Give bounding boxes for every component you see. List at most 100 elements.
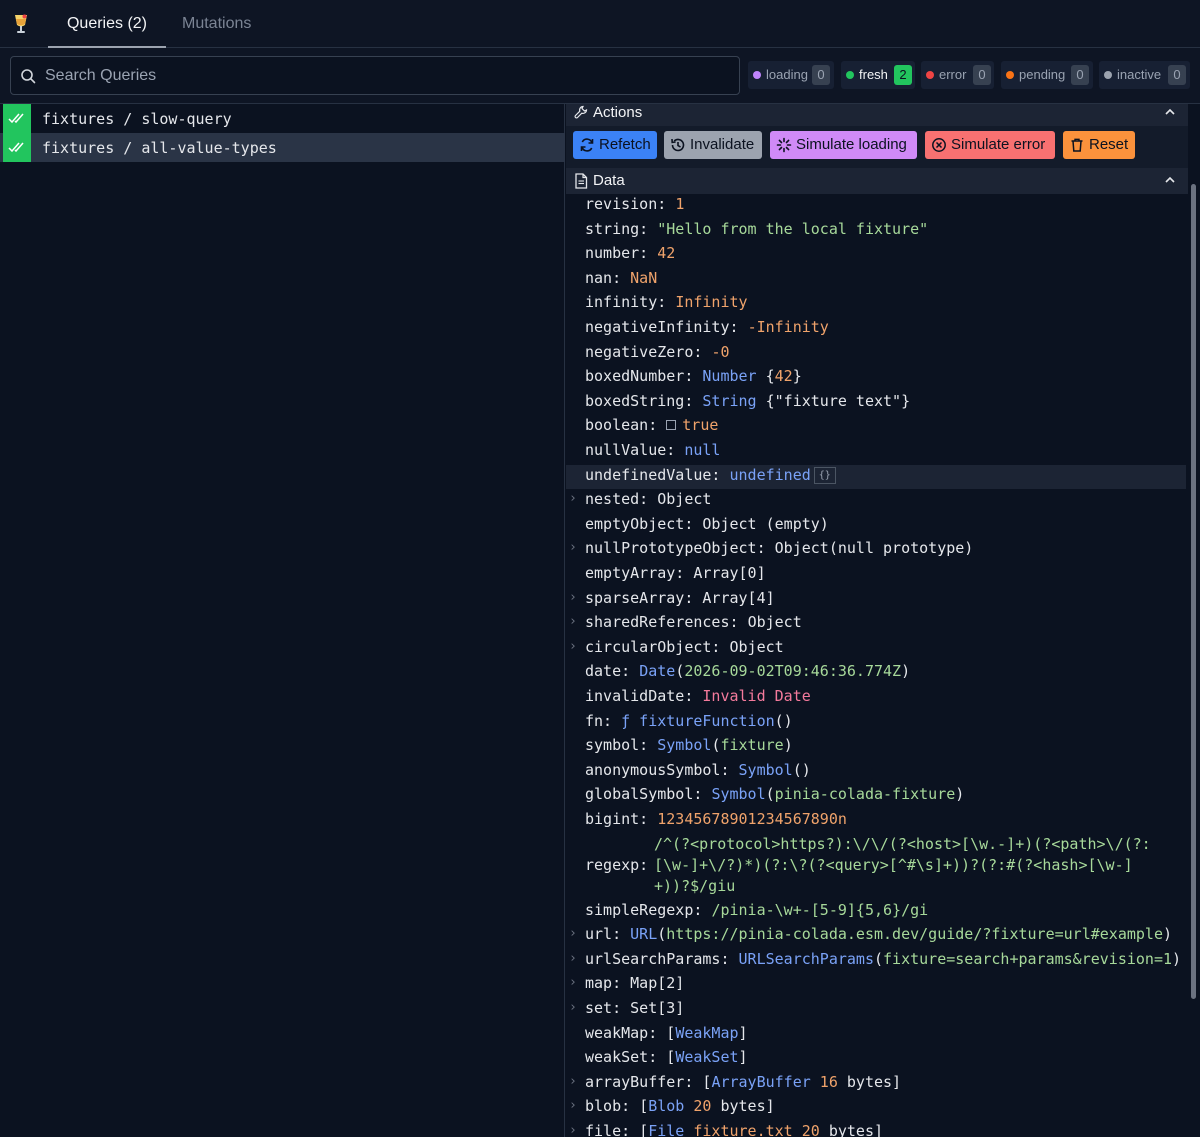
data-key: boxedNumber: xyxy=(585,367,703,386)
expand-chevron-icon[interactable]: › xyxy=(569,639,577,654)
data-value: NaN xyxy=(630,268,658,287)
data-value: 2026-09-02T09:46:36.774Z xyxy=(684,662,902,681)
query-row-all-value-types[interactable]: fixtures / all-value-types xyxy=(0,133,565,162)
data-value: "fixture text" xyxy=(774,391,902,410)
expand-chevron-icon[interactable]: › xyxy=(569,975,577,990)
data-key: nullValue: xyxy=(585,441,685,459)
data-key: regexp: xyxy=(585,856,658,874)
data-row-global-symbol: globalSymbol: Symbol(pinia-colada-fixtur… xyxy=(566,784,1186,809)
reset-button[interactable]: Reset xyxy=(1063,131,1135,159)
data-key: sharedReferences: xyxy=(585,613,748,632)
data-row-anonymous-symbol: anonymousSymbol: Symbol() xyxy=(566,760,1186,785)
expand-chevron-icon[interactable]: › xyxy=(569,590,577,605)
tab-mutations[interactable]: Mutations xyxy=(182,0,251,48)
data-value: true xyxy=(682,416,719,435)
refetch-button[interactable]: Refetch xyxy=(573,131,657,159)
expand-chevron-icon[interactable]: › xyxy=(569,1000,577,1015)
data-row-null-prototype-object[interactable]: › nullPrototypeObject: Object(null protot… xyxy=(566,538,1186,563)
status-badge-pending[interactable]: pending 0 xyxy=(1001,61,1093,89)
double-check-icon xyxy=(8,142,24,153)
data-value: Object xyxy=(747,613,802,632)
data-row-string: string: "Hello from the local fixture" xyxy=(566,219,1186,244)
data-punct: ( xyxy=(874,949,884,968)
data-row-circular-object[interactable]: › circularObject: Object xyxy=(566,637,1186,662)
data-value: Invalid Date xyxy=(702,687,811,705)
chevron-up-icon[interactable] xyxy=(1164,106,1176,118)
badge-label: fresh xyxy=(859,67,888,82)
data-key: url: xyxy=(585,925,631,944)
data-row-url[interactable]: › url: URL(https://pinia-colada.esm.dev/g… xyxy=(566,924,1186,949)
data-key: blob: xyxy=(585,1097,640,1116)
data-punct: ) xyxy=(1162,925,1173,944)
badge-label: pending xyxy=(1019,67,1066,82)
data-row-file[interactable]: › file: [File fixture.txt 20 bytes] xyxy=(566,1121,1186,1137)
invalidate-button[interactable]: Invalidate xyxy=(664,131,762,159)
data-type: Symbol xyxy=(711,785,766,804)
actions-toolbar: Refetch Invalidate Simulate loading Simu… xyxy=(566,126,1188,170)
search-row: loading 0 fresh 2 error 0 pending 0 inac… xyxy=(0,48,1200,104)
data-row-fn: fn: ƒ fixtureFunction() xyxy=(566,711,1186,736)
simulate-loading-button[interactable]: Simulate loading xyxy=(770,131,917,159)
inactive-dot-icon xyxy=(1104,71,1112,79)
data-section-header[interactable]: Data xyxy=(566,168,1188,194)
expand-chevron-icon[interactable]: › xyxy=(569,1098,577,1113)
data-value: fixture xyxy=(720,736,784,755)
data-row-undefined-value[interactable]: undefinedValue: undefined{} xyxy=(566,464,1186,490)
data-row-bigint: bigint: 12345678901234567890n xyxy=(566,809,1186,834)
data-punct: [ xyxy=(666,1048,676,1067)
data-row-set[interactable]: › set: Set[3] xyxy=(566,998,1186,1023)
chevron-up-icon[interactable] xyxy=(1164,174,1176,186)
data-key: anonymousSymbol: xyxy=(585,760,739,779)
expand-chevron-icon[interactable]: › xyxy=(569,1123,577,1137)
search-input[interactable] xyxy=(45,63,725,89)
data-punct: ) xyxy=(1172,949,1182,968)
expand-chevron-icon[interactable]: › xyxy=(569,926,577,941)
expand-chevron-icon[interactable]: › xyxy=(569,1074,577,1089)
status-badge-fresh[interactable]: fresh 2 xyxy=(841,61,915,89)
data-value: Object xyxy=(729,637,784,656)
query-key: fixtures / slow-query xyxy=(42,110,232,128)
data-key: urlSearchParams: xyxy=(585,949,739,968)
expand-chevron-icon[interactable]: › xyxy=(569,540,577,555)
status-badge-error[interactable]: error 0 xyxy=(921,61,994,89)
data-row-sparse-array[interactable]: › sparseArray: Array[4] xyxy=(566,588,1186,613)
actions-section-header[interactable]: Actions xyxy=(566,104,1188,126)
expand-chevron-icon[interactable]: › xyxy=(569,951,577,966)
trash-icon xyxy=(1071,138,1083,152)
data-value: Object (empty) xyxy=(702,514,829,533)
edit-value-button[interactable]: {} xyxy=(813,466,836,484)
search-box xyxy=(10,56,740,95)
status-badge-inactive[interactable]: inactive 0 xyxy=(1099,61,1190,89)
data-type: ArrayBuffer xyxy=(711,1072,811,1091)
data-row-nested[interactable]: › nested: Object xyxy=(566,489,1186,514)
data-key: negativeInfinity: xyxy=(585,318,748,336)
data-row-shared-references[interactable]: › sharedReferences: Object xyxy=(566,612,1186,637)
data-row-blob[interactable]: › blob: [Blob 20 bytes] xyxy=(566,1096,1186,1121)
data-value: undefined xyxy=(729,465,811,484)
simulate-error-button[interactable]: Simulate error xyxy=(925,131,1055,159)
data-key: undefinedValue: xyxy=(585,465,730,484)
data-value: 12345678901234567890n xyxy=(657,810,847,828)
expand-chevron-icon[interactable]: › xyxy=(569,491,577,506)
data-row-map[interactable]: › map: Map[2] xyxy=(566,973,1186,998)
history-icon xyxy=(671,138,685,152)
simulate-error-label: Simulate error xyxy=(951,136,1046,153)
data-punct: bytes] xyxy=(837,1072,902,1091)
pending-dot-icon xyxy=(1006,71,1014,79)
data-row-url-search-params[interactable]: › urlSearchParams: URLSearchParams(fixtur… xyxy=(566,949,1186,974)
data-punct: () xyxy=(774,711,793,730)
query-row-slow-query[interactable]: fixtures / slow-query xyxy=(0,104,565,133)
data-value: pinia-colada-fixture xyxy=(774,785,956,804)
data-value: 1 xyxy=(675,195,685,213)
status-badge-loading[interactable]: loading 0 xyxy=(748,61,834,89)
data-punct: ] xyxy=(738,1048,748,1067)
data-value: Set[3] xyxy=(630,998,685,1017)
data-row-weak-set: weakSet: [WeakSet] xyxy=(566,1047,1186,1072)
tab-queries[interactable]: Queries (2) xyxy=(48,0,166,48)
data-value: /^(?<protocol>https?):\/\/(?<host>[\w.-]… xyxy=(654,835,1151,895)
expand-chevron-icon[interactable]: › xyxy=(569,614,577,629)
data-type: Number xyxy=(702,367,757,386)
data-scrollbar[interactable] xyxy=(1191,184,1196,999)
data-row-array-buffer[interactable]: › arrayBuffer: [ArrayBuffer 16 bytes] xyxy=(566,1072,1186,1097)
search-icon xyxy=(21,69,36,84)
